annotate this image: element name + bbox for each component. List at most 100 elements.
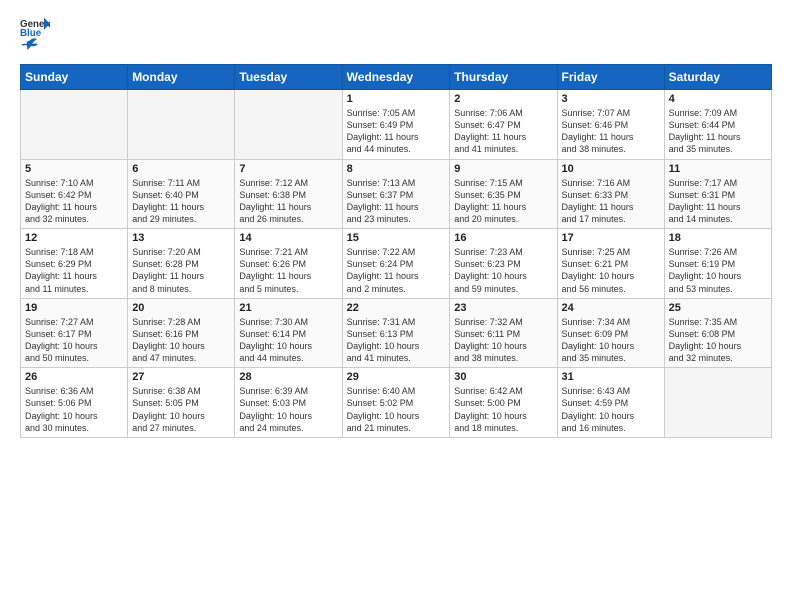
- day-info: Sunrise: 6:36 AM Sunset: 5:06 PM Dayligh…: [25, 385, 123, 434]
- day-info: Sunrise: 7:30 AM Sunset: 6:14 PM Dayligh…: [239, 316, 337, 365]
- day-number: 14: [239, 232, 337, 244]
- calendar-cell: [128, 90, 235, 160]
- day-number: 16: [454, 232, 552, 244]
- day-info: Sunrise: 6:43 AM Sunset: 4:59 PM Dayligh…: [562, 385, 660, 434]
- day-number: 11: [669, 163, 767, 175]
- day-info: Sunrise: 7:32 AM Sunset: 6:11 PM Dayligh…: [454, 316, 552, 365]
- calendar-cell: [235, 90, 342, 160]
- day-info: Sunrise: 7:31 AM Sunset: 6:13 PM Dayligh…: [347, 316, 446, 365]
- calendar-cell: 4 Sunrise: 7:09 AM Sunset: 6:44 PM Daylig…: [664, 90, 771, 160]
- day-info: Sunrise: 7:12 AM Sunset: 6:38 PM Dayligh…: [239, 177, 337, 226]
- calendar-cell: 23 Sunrise: 7:32 AM Sunset: 6:11 PM Dayli…: [450, 298, 557, 368]
- day-number: 12: [25, 232, 123, 244]
- day-number: 7: [239, 163, 337, 175]
- calendar-cell: 17Sunrise: 7:25 AM Sunset: 6:21 PM Dayli…: [557, 229, 664, 299]
- day-number: 23: [454, 302, 552, 314]
- header: General Blue: [20, 16, 772, 54]
- day-number: 31: [562, 371, 660, 383]
- calendar-cell: 21 Sunrise: 7:30 AM Sunset: 6:14 PM Dayli…: [235, 298, 342, 368]
- logo-bird-icon: [20, 36, 38, 54]
- weekday-header-sunday: Sunday: [21, 65, 128, 90]
- day-number: 26: [25, 371, 123, 383]
- logo: General Blue: [20, 16, 50, 54]
- calendar: SundayMondayTuesdayWednesdayThursdayFrid…: [20, 64, 772, 438]
- calendar-cell: 10Sunrise: 7:16 AM Sunset: 6:33 PM Dayli…: [557, 159, 664, 229]
- day-info: Sunrise: 7:07 AM Sunset: 6:46 PM Dayligh…: [562, 107, 660, 156]
- day-info: Sunrise: 7:21 AM Sunset: 6:26 PM Dayligh…: [239, 246, 337, 295]
- day-info: Sunrise: 7:20 AM Sunset: 6:28 PM Dayligh…: [132, 246, 230, 295]
- calendar-cell: 15 Sunrise: 7:22 AM Sunset: 6:24 PM Dayli…: [342, 229, 450, 299]
- day-number: 28: [239, 371, 337, 383]
- day-number: 18: [669, 232, 767, 244]
- weekday-header-monday: Monday: [128, 65, 235, 90]
- day-number: 8: [347, 163, 446, 175]
- calendar-cell: 27 Sunrise: 6:38 AM Sunset: 5:05 PM Dayli…: [128, 368, 235, 438]
- calendar-cell: 1 Sunrise: 7:05 AM Sunset: 6:49 PM Daylig…: [342, 90, 450, 160]
- day-info: Sunrise: 7:10 AM Sunset: 6:42 PM Dayligh…: [25, 177, 123, 226]
- day-info: Sunrise: 7:25 AM Sunset: 6:21 PM Dayligh…: [562, 246, 660, 295]
- calendar-cell: 8 Sunrise: 7:13 AM Sunset: 6:37 PM Daylig…: [342, 159, 450, 229]
- calendar-cell: 13 Sunrise: 7:20 AM Sunset: 6:28 PM Dayli…: [128, 229, 235, 299]
- day-info: Sunrise: 7:34 AM Sunset: 6:09 PM Dayligh…: [562, 316, 660, 365]
- weekday-header-friday: Friday: [557, 65, 664, 90]
- day-number: 13: [132, 232, 230, 244]
- day-number: 25: [669, 302, 767, 314]
- day-number: 10: [562, 163, 660, 175]
- weekday-header-tuesday: Tuesday: [235, 65, 342, 90]
- calendar-cell: 30Sunrise: 6:42 AM Sunset: 5:00 PM Dayli…: [450, 368, 557, 438]
- day-number: 9: [454, 163, 552, 175]
- day-number: 21: [239, 302, 337, 314]
- calendar-cell: 2Sunrise: 7:06 AM Sunset: 6:47 PM Daylig…: [450, 90, 557, 160]
- svg-text:Blue: Blue: [20, 28, 42, 36]
- day-number: 24: [562, 302, 660, 314]
- calendar-cell: 24 Sunrise: 7:34 AM Sunset: 6:09 PM Dayli…: [557, 298, 664, 368]
- day-info: Sunrise: 6:39 AM Sunset: 5:03 PM Dayligh…: [239, 385, 337, 434]
- calendar-cell: 6Sunrise: 7:11 AM Sunset: 6:40 PM Daylig…: [128, 159, 235, 229]
- weekday-header-row: SundayMondayTuesdayWednesdayThursdayFrid…: [21, 65, 772, 90]
- calendar-cell: 16 Sunrise: 7:23 AM Sunset: 6:23 PM Dayli…: [450, 229, 557, 299]
- calendar-cell: 7 Sunrise: 7:12 AM Sunset: 6:38 PM Daylig…: [235, 159, 342, 229]
- day-info: Sunrise: 7:22 AM Sunset: 6:24 PM Dayligh…: [347, 246, 446, 295]
- day-number: 29: [347, 371, 446, 383]
- week-row-3: 12Sunrise: 7:18 AM Sunset: 6:29 PM Dayli…: [21, 229, 772, 299]
- day-number: 1: [347, 93, 446, 105]
- calendar-cell: 3 Sunrise: 7:07 AM Sunset: 6:46 PM Daylig…: [557, 90, 664, 160]
- calendar-cell: 11Sunrise: 7:17 AM Sunset: 6:31 PM Dayli…: [664, 159, 771, 229]
- calendar-cell: 12Sunrise: 7:18 AM Sunset: 6:29 PM Dayli…: [21, 229, 128, 299]
- day-info: Sunrise: 7:05 AM Sunset: 6:49 PM Dayligh…: [347, 107, 446, 156]
- day-info: Sunrise: 7:15 AM Sunset: 6:35 PM Dayligh…: [454, 177, 552, 226]
- day-number: 3: [562, 93, 660, 105]
- calendar-cell: 9 Sunrise: 7:15 AM Sunset: 6:35 PM Daylig…: [450, 159, 557, 229]
- calendar-cell: 18 Sunrise: 7:26 AM Sunset: 6:19 PM Dayli…: [664, 229, 771, 299]
- day-info: Sunrise: 6:40 AM Sunset: 5:02 PM Dayligh…: [347, 385, 446, 434]
- day-number: 30: [454, 371, 552, 383]
- calendar-cell: 14 Sunrise: 7:21 AM Sunset: 6:26 PM Dayli…: [235, 229, 342, 299]
- calendar-cell: 29 Sunrise: 6:40 AM Sunset: 5:02 PM Dayli…: [342, 368, 450, 438]
- day-info: Sunrise: 6:38 AM Sunset: 5:05 PM Dayligh…: [132, 385, 230, 434]
- calendar-cell: 5 Sunrise: 7:10 AM Sunset: 6:42 PM Daylig…: [21, 159, 128, 229]
- day-number: 27: [132, 371, 230, 383]
- day-info: Sunrise: 7:11 AM Sunset: 6:40 PM Dayligh…: [132, 177, 230, 226]
- day-info: Sunrise: 7:28 AM Sunset: 6:16 PM Dayligh…: [132, 316, 230, 365]
- calendar-cell: [664, 368, 771, 438]
- week-row-1: 1 Sunrise: 7:05 AM Sunset: 6:49 PM Daylig…: [21, 90, 772, 160]
- day-info: Sunrise: 7:27 AM Sunset: 6:17 PM Dayligh…: [25, 316, 123, 365]
- calendar-cell: 22 Sunrise: 7:31 AM Sunset: 6:13 PM Dayli…: [342, 298, 450, 368]
- day-number: 5: [25, 163, 123, 175]
- calendar-cell: 26 Sunrise: 6:36 AM Sunset: 5:06 PM Dayli…: [21, 368, 128, 438]
- calendar-cell: [21, 90, 128, 160]
- day-info: Sunrise: 7:13 AM Sunset: 6:37 PM Dayligh…: [347, 177, 446, 226]
- day-info: Sunrise: 7:23 AM Sunset: 6:23 PM Dayligh…: [454, 246, 552, 295]
- calendar-cell: 28 Sunrise: 6:39 AM Sunset: 5:03 PM Dayli…: [235, 368, 342, 438]
- day-number: 22: [347, 302, 446, 314]
- day-info: Sunrise: 7:09 AM Sunset: 6:44 PM Dayligh…: [669, 107, 767, 156]
- calendar-cell: 25Sunrise: 7:35 AM Sunset: 6:08 PM Dayli…: [664, 298, 771, 368]
- calendar-cell: 31 Sunrise: 6:43 AM Sunset: 4:59 PM Dayli…: [557, 368, 664, 438]
- day-info: Sunrise: 7:26 AM Sunset: 6:19 PM Dayligh…: [669, 246, 767, 295]
- day-number: 15: [347, 232, 446, 244]
- day-number: 19: [25, 302, 123, 314]
- week-row-2: 5 Sunrise: 7:10 AM Sunset: 6:42 PM Daylig…: [21, 159, 772, 229]
- day-number: 4: [669, 93, 767, 105]
- weekday-header-thursday: Thursday: [450, 65, 557, 90]
- week-row-5: 26 Sunrise: 6:36 AM Sunset: 5:06 PM Dayli…: [21, 368, 772, 438]
